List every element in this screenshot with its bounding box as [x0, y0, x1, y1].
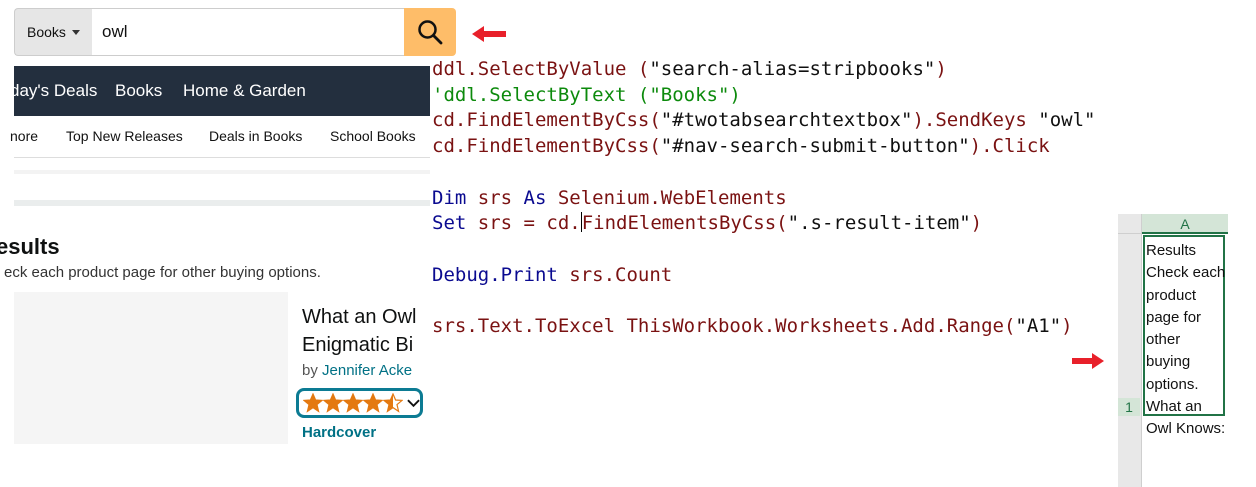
product-image[interactable] — [14, 292, 288, 444]
star-icon — [343, 393, 363, 413]
results-subtitle: eck each product page for other buying o… — [4, 264, 321, 281]
subnav-item-school-books[interactable]: School Books — [330, 128, 416, 144]
code-token: ) — [935, 58, 947, 80]
department-dropdown[interactable]: Books — [14, 8, 92, 56]
code-token: ).Click — [969, 135, 1050, 158]
divider — [14, 200, 430, 206]
rating-popover-trigger[interactable] — [296, 388, 423, 418]
product-format-link[interactable]: Hardcover — [302, 424, 376, 441]
byline-prefix: by — [302, 362, 318, 379]
code-token: ddl.SelectByValue ( — [432, 58, 650, 80]
author-link[interactable]: Jennifer Acke — [322, 362, 412, 379]
subnav-item-top-new-releases[interactable]: Top New Releases — [66, 128, 183, 144]
code-token: "owl" — [1038, 109, 1096, 132]
row-header-1[interactable]: 1 — [1118, 398, 1140, 416]
select-all-corner[interactable] — [1118, 214, 1142, 234]
nav-item-todays-deals[interactable]: day's Deals — [10, 81, 97, 101]
code-line[interactable]: Dim srs As Selenium.WebElements — [432, 187, 787, 209]
code-line[interactable]: srs.Text.ToExcel ThisWorkbook.Worksheets… — [432, 315, 1073, 337]
code-token: As — [523, 186, 547, 209]
red-arrow-left-icon — [472, 26, 506, 42]
code-token: "#nav-search-submit-button" — [660, 135, 970, 158]
code-token: FindElementsByCss( — [581, 212, 788, 235]
code-token: Debug. — [432, 263, 501, 286]
search-icon — [418, 20, 443, 45]
row-headers — [1118, 234, 1142, 487]
cell-a1-text: Results Check each product page for othe… — [1146, 242, 1226, 438]
code-line[interactable]: cd.FindElementByCss("#twotabsearchtextbo… — [432, 109, 1096, 131]
code-token: cd.FindElementByCss( — [432, 109, 661, 132]
nav-item-books[interactable]: Books — [115, 81, 162, 101]
code-line[interactable]: ddl.SelectByValue ("search-alias=stripbo… — [432, 58, 947, 80]
code-token: Set — [432, 212, 467, 235]
code-line[interactable]: Set srs = cd.FindElementsByCss(".s-resul… — [432, 212, 982, 234]
code-token: cd.FindElementByCss( — [432, 135, 661, 158]
divider — [14, 170, 430, 174]
code-token: "search-alias=stripbooks" — [649, 58, 936, 80]
search-query: owl — [102, 22, 128, 41]
star-icon — [383, 393, 403, 413]
code-token: "A1" — [1015, 315, 1062, 337]
star-rating — [303, 393, 403, 413]
sub-nav-bar: nore Top New Releases Deals in Books Sch… — [10, 116, 430, 158]
column-header-a[interactable]: A — [1142, 214, 1228, 234]
code-token: ) — [1061, 315, 1073, 337]
code-token: srs = cd. — [466, 212, 581, 235]
nav-item-home-garden[interactable]: Home & Garden — [183, 81, 306, 101]
search-button[interactable] — [404, 8, 456, 56]
code-token: ".s-result-item" — [787, 212, 971, 235]
search-input[interactable]: owl — [92, 8, 430, 56]
code-line[interactable]: cd.FindElementByCss("#nav-search-submit-… — [432, 135, 1050, 157]
star-icon — [363, 393, 383, 413]
code-token: srs.Count — [557, 263, 673, 286]
department-label: Books — [27, 24, 66, 40]
product-title[interactable]: What an Owl Enigmatic Bi — [302, 303, 430, 359]
code-token: 'ddl.SelectByText ("Books") — [432, 83, 741, 106]
red-arrow-right-icon — [1072, 353, 1104, 369]
caret-down-icon — [71, 29, 80, 35]
code-token: "#twotabsearchtextbox" — [660, 109, 913, 132]
excel-sheet-fragment: A 1 Results Check each product page for … — [1118, 214, 1228, 487]
code-token: srs.Text.ToExcel ThisWorkbook.Worksheets… — [432, 315, 1016, 337]
star-icon — [303, 393, 323, 413]
star-icon — [323, 393, 343, 413]
amazon-page-fragment: Books owl day's Deals Books Home & Garde… — [0, 0, 430, 487]
code-token: Print — [500, 263, 558, 286]
code-token: ) — [970, 212, 983, 235]
search-bar: Books owl — [14, 8, 430, 56]
results-heading: esults — [0, 234, 60, 259]
subnav-item-more[interactable]: nore — [10, 128, 38, 144]
code-token: srs — [466, 186, 524, 209]
main-nav-bar: day's Deals Books Home & Garden — [10, 66, 430, 116]
code-token: Dim — [432, 186, 467, 209]
product-byline: by Jennifer Acke — [302, 362, 412, 379]
code-token: Selenium.WebElements — [546, 186, 787, 209]
code-token: ).SendKeys — [912, 109, 1039, 132]
chevron-down-icon — [407, 399, 420, 408]
code-line[interactable]: 'ddl.SelectByText ("Books") — [432, 84, 741, 106]
subnav-item-deals-in-books[interactable]: Deals in Books — [209, 128, 302, 144]
code-line[interactable]: Debug.Print srs.Count — [432, 264, 672, 286]
